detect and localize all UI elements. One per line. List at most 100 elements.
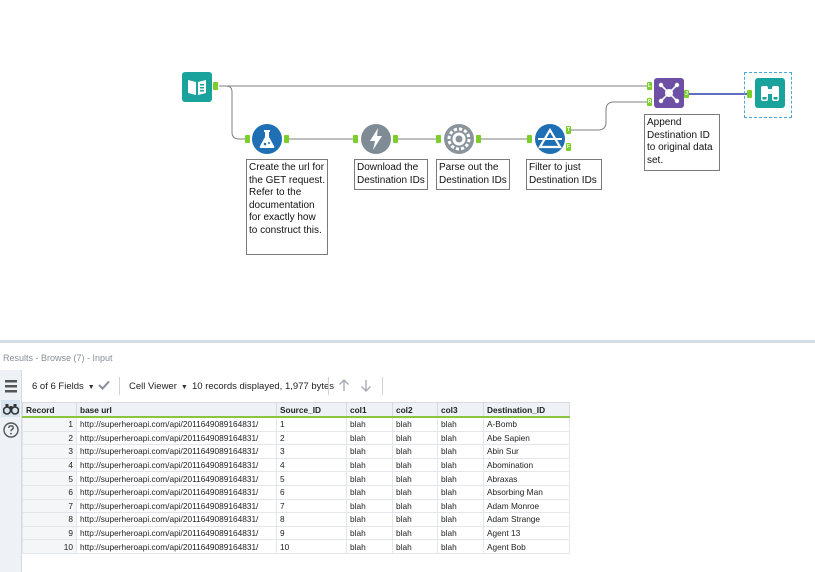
column-header-col3[interactable]: col3: [437, 402, 484, 418]
table-row[interactable]: 2 http://superheroapi.com/api/20116490891…: [22, 430, 570, 446]
table-cell[interactable]: Abe Sapien: [483, 430, 570, 446]
table-cell[interactable]: 2: [22, 430, 77, 446]
table-cell[interactable]: 9: [22, 525, 77, 541]
table-cell[interactable]: blah: [392, 444, 438, 459]
table-cell[interactable]: blah: [346, 539, 393, 554]
table-cell[interactable]: blah: [346, 512, 393, 527]
table-cell[interactable]: http://superheroapi.com/api/201164908916…: [76, 416, 277, 432]
checkmark-icon[interactable]: [98, 380, 110, 390]
table-cell[interactable]: blah: [392, 525, 438, 541]
table-cell[interactable]: blah: [437, 498, 484, 514]
table-cell[interactable]: Agent 13: [483, 525, 570, 541]
table-cell[interactable]: 10: [22, 539, 77, 554]
table-cell[interactable]: 8: [276, 512, 347, 527]
table-cell[interactable]: blah: [437, 444, 484, 459]
download-output-anchor[interactable]: [393, 135, 398, 143]
table-cell[interactable]: blah: [392, 484, 438, 500]
append-fields-tool[interactable]: [654, 78, 684, 108]
table-cell[interactable]: Adam Monroe: [483, 498, 570, 514]
table-row[interactable]: 4 http://superheroapi.com/api/20116490891…: [22, 457, 570, 473]
table-row[interactable]: 5 http://superheroapi.com/api/20116490891…: [22, 471, 570, 486]
table-cell[interactable]: http://superheroapi.com/api/201164908916…: [76, 498, 277, 514]
parse-tool[interactable]: [444, 124, 474, 154]
table-cell[interactable]: 9: [276, 525, 347, 541]
table-cell[interactable]: 8: [22, 512, 77, 527]
filter-input-anchor[interactable]: [527, 135, 532, 143]
table-cell[interactable]: blah: [437, 471, 484, 486]
table-cell[interactable]: blah: [392, 471, 438, 486]
table-cell[interactable]: Abraxas: [483, 471, 570, 486]
table-cell[interactable]: 3: [22, 444, 77, 459]
table-cell[interactable]: 1: [276, 416, 347, 432]
table-cell[interactable]: blah: [437, 512, 484, 527]
table-row[interactable]: 10 http://superheroapi.com/api/2011649089…: [22, 539, 570, 554]
table-cell[interactable]: blah: [346, 484, 393, 500]
table-cell[interactable]: blah: [437, 525, 484, 541]
table-cell[interactable]: blah: [392, 539, 438, 554]
table-cell[interactable]: blah: [346, 471, 393, 486]
browse-view-button[interactable]: [1, 400, 20, 417]
table-cell[interactable]: http://superheroapi.com/api/201164908916…: [76, 512, 277, 527]
table-cell[interactable]: blah: [392, 416, 438, 432]
column-header-destination-id[interactable]: Destination_ID: [483, 402, 570, 418]
table-cell[interactable]: blah: [392, 430, 438, 446]
table-cell[interactable]: 7: [22, 498, 77, 514]
table-cell[interactable]: http://superheroapi.com/api/201164908916…: [76, 484, 277, 500]
table-cell[interactable]: blah: [437, 430, 484, 446]
cell-viewer-dropdown[interactable]: Cell Viewer ▼: [129, 381, 188, 392]
table-cell[interactable]: blah: [437, 457, 484, 473]
input-output-anchor[interactable]: [213, 82, 218, 90]
table-cell[interactable]: blah: [392, 498, 438, 514]
column-header-source-id[interactable]: Source_ID: [276, 402, 347, 418]
download-tool[interactable]: [361, 124, 391, 154]
table-cell[interactable]: 6: [276, 484, 347, 500]
filter-tool[interactable]: [535, 124, 565, 154]
table-cell[interactable]: blah: [437, 539, 484, 554]
column-header-record[interactable]: Record: [22, 402, 77, 418]
download-input-anchor[interactable]: [353, 135, 358, 143]
table-cell[interactable]: Abomination: [483, 457, 570, 473]
table-cell[interactable]: blah: [437, 484, 484, 500]
field-selector[interactable]: 6 of 6 Fields ▼: [32, 381, 95, 392]
table-cell[interactable]: 7: [276, 498, 347, 514]
table-cell[interactable]: blah: [346, 444, 393, 459]
table-row[interactable]: 9 http://superheroapi.com/api/20116490891…: [22, 525, 570, 541]
table-cell[interactable]: 3: [276, 444, 347, 459]
table-cell[interactable]: 5: [22, 471, 77, 486]
table-cell[interactable]: blah: [346, 430, 393, 446]
column-header-base-url[interactable]: base url: [76, 402, 277, 418]
table-cell[interactable]: 4: [22, 457, 77, 473]
table-cell[interactable]: 10: [276, 539, 347, 554]
table-cell[interactable]: blah: [346, 416, 393, 432]
column-header-col2[interactable]: col2: [392, 402, 438, 418]
parse-output-anchor[interactable]: [476, 135, 481, 143]
table-row[interactable]: 7 http://superheroapi.com/api/20116490891…: [22, 498, 570, 514]
list-view-button[interactable]: [1, 378, 20, 395]
table-cell[interactable]: Absorbing Man: [483, 484, 570, 500]
table-cell[interactable]: blah: [392, 457, 438, 473]
table-row[interactable]: 6 http://superheroapi.com/api/20116490891…: [22, 484, 570, 500]
table-cell[interactable]: Agent Bob: [483, 539, 570, 554]
arrow-down-icon[interactable]: [360, 379, 372, 392]
formula-tool[interactable]: [252, 124, 282, 154]
workflow-canvas[interactable]: T F L R J Create the url for the GET req…: [0, 0, 815, 340]
table-cell[interactable]: 2: [276, 430, 347, 446]
table-cell[interactable]: blah: [346, 525, 393, 541]
table-row[interactable]: 1 http://superheroapi.com/api/20116490891…: [22, 416, 570, 432]
table-cell[interactable]: blah: [392, 512, 438, 527]
table-cell[interactable]: http://superheroapi.com/api/201164908916…: [76, 539, 277, 554]
table-row[interactable]: 8 http://superheroapi.com/api/20116490891…: [22, 512, 570, 527]
table-cell[interactable]: http://superheroapi.com/api/201164908916…: [76, 457, 277, 473]
browse-input-anchor[interactable]: [747, 90, 752, 98]
table-cell[interactable]: Abin Sur: [483, 444, 570, 459]
table-cell[interactable]: blah: [346, 457, 393, 473]
help-button[interactable]: [1, 421, 20, 438]
table-cell[interactable]: http://superheroapi.com/api/201164908916…: [76, 444, 277, 459]
table-cell[interactable]: http://superheroapi.com/api/201164908916…: [76, 430, 277, 446]
table-cell[interactable]: 5: [276, 471, 347, 486]
input-data-tool[interactable]: [182, 72, 212, 102]
parse-input-anchor[interactable]: [436, 135, 441, 143]
formula-input-anchor[interactable]: [245, 135, 250, 143]
table-cell[interactable]: http://superheroapi.com/api/201164908916…: [76, 525, 277, 541]
arrow-up-icon[interactable]: [338, 379, 350, 392]
